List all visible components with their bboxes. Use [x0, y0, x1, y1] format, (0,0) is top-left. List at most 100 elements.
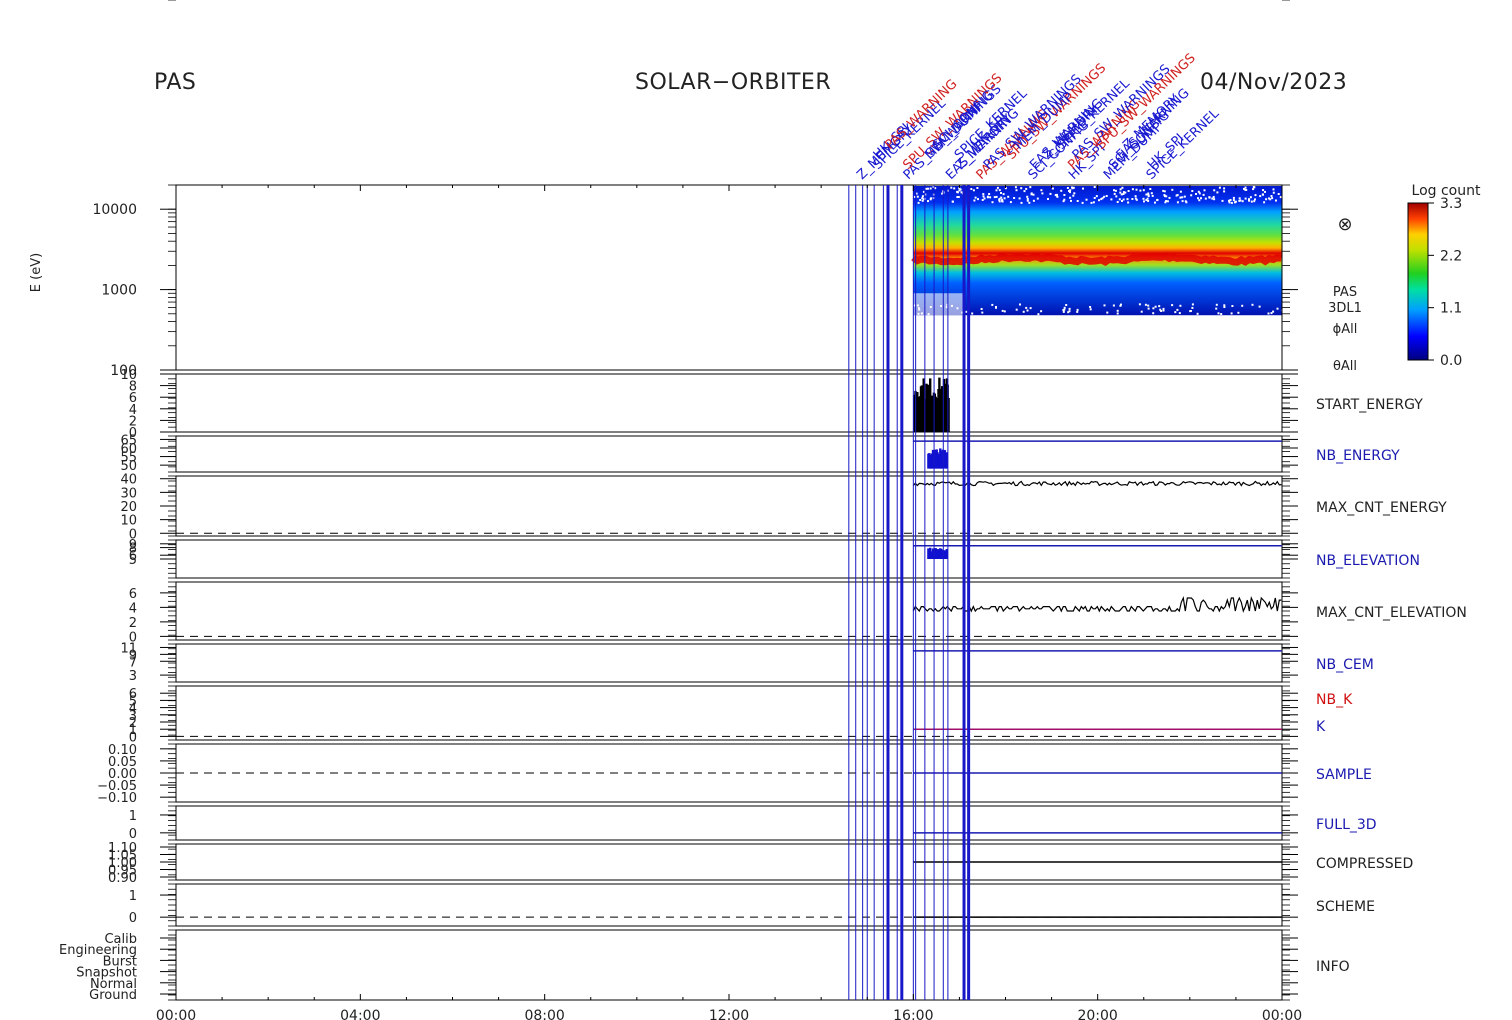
spectrogram-gap	[921, 199, 924, 202]
spectrogram-gap	[957, 196, 960, 198]
spectrogram-gap	[1112, 304, 1115, 307]
spectrogram-gap	[1147, 200, 1150, 202]
spectrogram-gap	[960, 191, 963, 194]
spectrogram-gap	[1081, 201, 1084, 204]
spectrogram-gap	[1203, 189, 1206, 192]
spectrogram-gap	[1252, 188, 1255, 191]
event-labels: Z_MEMORYSPICE_KERNELHK_SPIPAS_WARNINGPAS…	[854, 51, 1222, 183]
spectrogram-gap	[1165, 200, 1168, 202]
spectrogram-gap	[1082, 187, 1084, 190]
spectrogram-gap	[977, 198, 979, 201]
spectrogram-gap	[1191, 190, 1194, 192]
spectrogram-gap	[1198, 199, 1201, 202]
spectrogram-gap	[1076, 308, 1079, 311]
y-tick-label: 1	[129, 809, 137, 824]
spectrogram-gap	[982, 193, 985, 196]
spectrogram-gap	[1197, 197, 1199, 200]
spectrogram-gap	[1241, 200, 1244, 203]
spectrogram-gap	[1113, 192, 1116, 195]
spectrogram-gap	[991, 201, 994, 204]
colorbar-tick-label: 3.3	[1440, 196, 1462, 212]
spectrogram-gap	[1171, 304, 1174, 307]
spectrogram-gap	[1070, 199, 1072, 202]
panel-frame	[175, 883, 1283, 927]
spectrogram-gap	[1162, 189, 1165, 192]
spectrogram-gap	[965, 310, 968, 313]
spectrogram-gap	[1212, 196, 1215, 198]
spectrogram-gap	[1127, 201, 1130, 204]
spectrogram-gap	[927, 200, 929, 203]
spectrogram-gap	[1254, 194, 1257, 197]
colorbar: Log count3.32.21.10.0	[1407, 183, 1481, 369]
spectrogram-gap	[1116, 312, 1119, 315]
x-tick-label: 20:00	[1077, 1008, 1117, 1020]
spectrogram-symbol: ⊗	[1337, 214, 1352, 235]
spectrogram-gap	[1051, 187, 1054, 190]
spectrogram-gap	[1238, 199, 1241, 202]
spectrogram-gap	[983, 197, 986, 200]
panel-nb-elevation: 9856 NB_ELEVATION	[129, 538, 1420, 579]
panel-label: NB_ENERGY	[1316, 448, 1400, 464]
spectrogram-gap	[1126, 198, 1129, 201]
spectrogram-gap	[1095, 195, 1098, 198]
spectrogram-gap	[1216, 191, 1219, 194]
spectrogram-gap	[1072, 186, 1075, 189]
spectrogram-gap	[1254, 198, 1256, 201]
spectrogram-gap	[1176, 308, 1179, 311]
spectrogram-gap	[1122, 193, 1125, 195]
spectrogram-gap	[1259, 195, 1262, 198]
spectrogram-gap	[1276, 307, 1279, 310]
panel-compressed: 1.101.051.000.950.90COMPRESSED	[108, 841, 1413, 886]
spectrogram-gap	[1054, 194, 1057, 196]
spectrogram-gap	[1003, 197, 1006, 200]
y-tick-label: 7	[129, 655, 137, 670]
spectrogram-gap	[1208, 196, 1211, 199]
spectrogram-gap	[953, 187, 956, 190]
panel-nb-k-k: 6543210NB_KK	[129, 685, 1353, 745]
spectrogram-gap	[1000, 192, 1002, 194]
spectrogram-gap	[1272, 188, 1275, 191]
spectrogram-gap	[1000, 196, 1003, 199]
spectrogram-gap	[1116, 309, 1119, 312]
y-tick-label: −0.10	[97, 791, 137, 806]
spectrogram-gap	[1250, 200, 1253, 203]
spectrogram-gap	[1179, 304, 1182, 307]
panel-label: FULL_3D	[1316, 817, 1377, 833]
spectrogram-gap	[1025, 306, 1028, 309]
y-tick-label: 6	[129, 549, 137, 564]
spectrogram-gap	[1018, 197, 1021, 200]
spectrogram-label: 3DL1	[1328, 301, 1362, 316]
spectrogram-gap	[1120, 193, 1123, 196]
spectrogram-gap	[1014, 186, 1017, 189]
spectrogram-gap	[998, 189, 1001, 192]
spectrogram-gap	[1265, 198, 1268, 201]
spectrogram-gap	[1013, 197, 1016, 199]
spectrogram-gap	[959, 188, 962, 191]
panel-start-energy: 1086420START_ENERGY	[120, 368, 1423, 441]
spectrogram-gap	[1093, 197, 1096, 199]
spectrogram-gap	[973, 199, 976, 202]
spectrogram-gap	[1119, 304, 1122, 307]
spectrogram-gap	[1152, 307, 1155, 310]
x-tick-label: 16:00	[893, 1008, 933, 1020]
spectrogram-gap	[1156, 199, 1159, 202]
spectrogram-gap	[1234, 201, 1236, 204]
spectrogram-gap	[1063, 198, 1066, 201]
spectrogram-gap	[929, 187, 932, 190]
spectrogram-gap	[1162, 307, 1165, 310]
spectrogram-gap	[998, 200, 1001, 203]
spectrogram-gap	[1258, 305, 1261, 308]
spectrogram-gap	[1041, 192, 1044, 195]
spectrogram-gap	[1030, 193, 1033, 196]
spectrogram-gap	[1215, 307, 1218, 310]
spectrogram-gap	[1073, 192, 1076, 195]
spectrogram-gap	[1026, 199, 1029, 202]
spectrogram-gap	[1085, 198, 1088, 201]
spectrogram-gap	[970, 188, 973, 190]
x-tick-label: 00:00	[1262, 1008, 1302, 1020]
spectrogram-gap	[951, 200, 954, 203]
spectrogram-gap	[1113, 189, 1115, 192]
spectrogram-gap	[917, 201, 920, 204]
spectrogram-gap	[1069, 189, 1072, 192]
spectrogram-gap	[1196, 312, 1199, 315]
